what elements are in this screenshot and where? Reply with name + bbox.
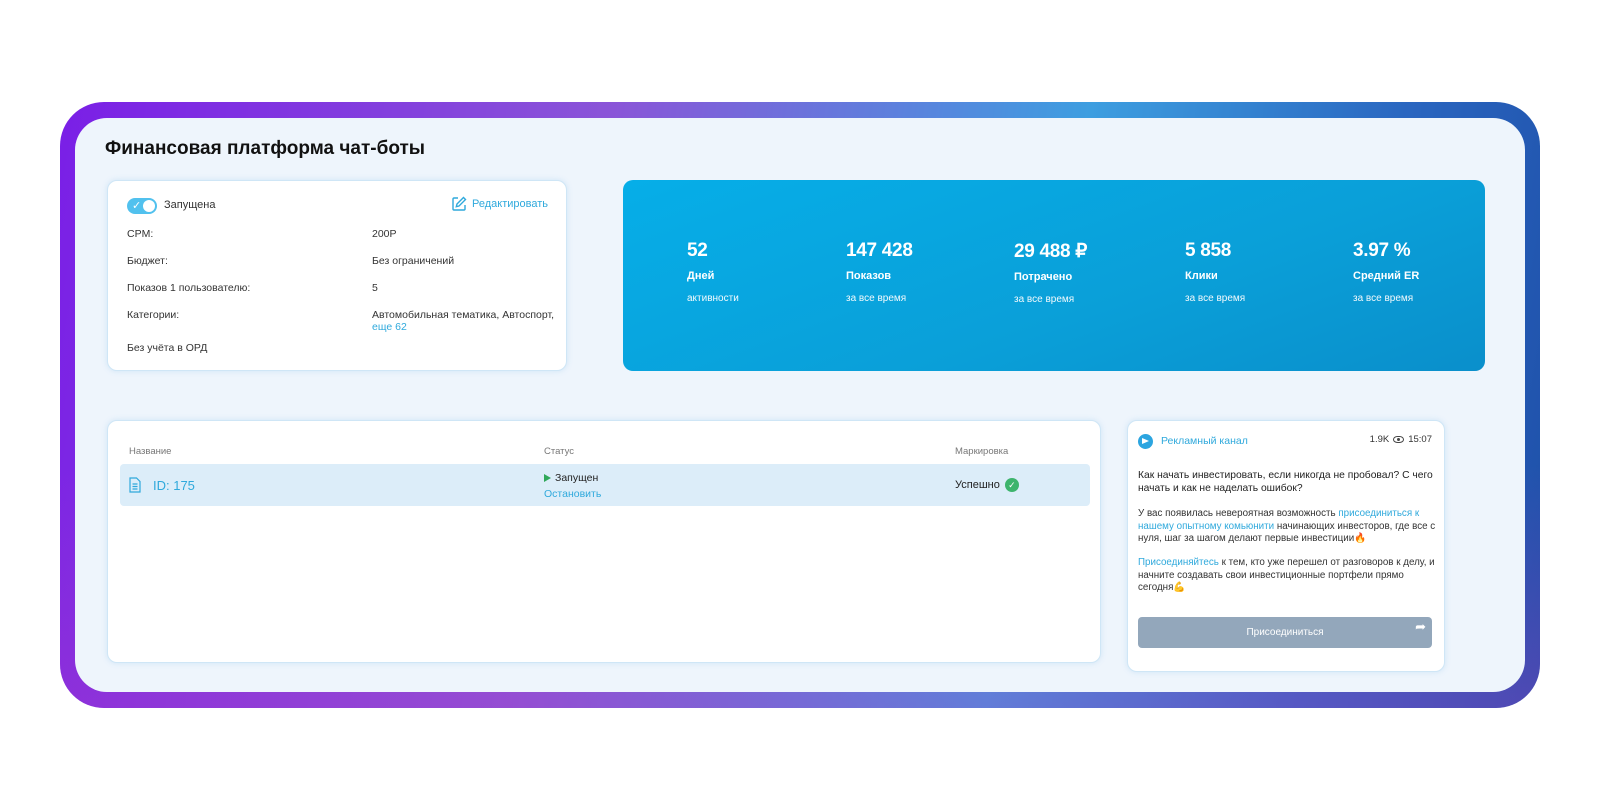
stat-label: Потрачено [1014,271,1073,283]
stat-days: 52 Дней активности [687,240,739,304]
stat-sub: активности [687,293,739,304]
cpm-label: CPM: [127,228,154,240]
stat-label: Показов [846,270,892,282]
categories-more-link[interactable]: еще 62 [372,321,407,333]
cpm-value: 200Р [372,228,397,240]
column-header-marking: Маркировка [955,446,1009,457]
edit-button-label: Редактировать [472,198,548,210]
post-meta: 1.9K 15:07 [1370,434,1432,445]
ord-note: Без учёта в ОРД [127,342,208,354]
stat-label: Средний ER [1353,270,1420,282]
impressions-per-user-value: 5 [372,282,378,294]
stat-clicks: 5 858 Клики за все время [1185,240,1245,304]
play-icon [544,474,551,482]
edit-button[interactable]: Редактировать [451,196,548,212]
success-check-icon: ✓ [1004,478,1019,492]
join-button[interactable]: Присоединиться ➦ [1138,617,1432,648]
post-paragraph-2: Присоединяйтесь к тем, кто уже перешел о… [1138,557,1436,595]
budget-label: Бюджет: [127,255,168,267]
stat-sub: за все время [846,293,907,304]
stat-value: 29 488 ₽ [1014,241,1088,262]
post-p2-link[interactable]: Присоединяйтесь [1138,557,1219,568]
post-paragraph-1: У вас появилась невероятная возможность … [1138,508,1436,546]
column-header-status: Статус [544,446,575,457]
stat-value: 5 858 [1185,240,1232,261]
join-button-label: Присоединиться [1246,627,1324,638]
share-icon: ➦ [1415,619,1426,634]
row-marking-text: Успешно [955,479,1000,491]
stat-sub: за все время [1014,294,1075,305]
table-row[interactable]: ID: 175 Запущен Остановить Успешно ✓ [120,464,1090,506]
column-header-name: Название [129,446,172,457]
categories-label: Категории: [127,309,180,321]
impressions-per-user-label: Показов 1 пользователю: [127,282,251,294]
stat-value: 52 [687,240,708,261]
stat-sub: за все время [1353,293,1414,304]
toggle-knob [143,200,155,212]
stats-banner: 52 Дней активности 147 428 Показов за вс… [623,180,1485,371]
stat-er: 3.97 % Средний ER за все время [1353,240,1419,304]
creatives-table: Название Статус Маркировка ID: 175 Запущ… [107,420,1101,663]
views-count: 1.9K [1369,434,1390,445]
row-id[interactable]: ID: 175 [153,478,195,493]
stat-value: 3.97 % [1353,240,1411,261]
post-time: 15:07 [1408,434,1432,445]
telegram-icon [1138,434,1153,449]
budget-value: Без ограничений [372,255,455,267]
categories-value: Автомобильная тематика, Автоспорт, [372,309,555,321]
channel-name[interactable]: Рекламный канал [1161,435,1248,447]
campaign-info-card: ✓ Запущена Редактировать CPM: 200Р Бюдже… [107,180,567,371]
row-status-text: Запущен [555,472,599,484]
edit-icon [452,196,467,211]
stat-sub: за все время [1185,293,1246,304]
row-marking: Успешно ✓ [955,478,1019,492]
stat-impressions: 147 428 Показов за все время [846,240,913,304]
post-title: Как начать инвестировать, если никогда н… [1138,470,1433,494]
stat-label: Дней [687,270,715,282]
toggle-label: Запущена [164,199,216,211]
stat-spent: 29 488 ₽ Потрачено за все время [1014,240,1087,305]
post-preview-card: Рекламный канал 1.9K 15:07 Как начать ин… [1127,420,1445,672]
page-title: Финансовая платформа чат-боты [105,138,425,159]
status-toggle[interactable]: ✓ [127,198,157,214]
document-icon [129,477,141,493]
row-status: Запущен [544,472,598,484]
check-icon: ✓ [132,200,142,212]
stat-value: 147 428 [846,240,913,261]
stop-link[interactable]: Остановить [544,488,601,500]
eye-icon [1393,436,1405,443]
post-p1-text: У вас появилась невероятная возможность [1138,508,1339,519]
stat-label: Клики [1185,270,1218,282]
